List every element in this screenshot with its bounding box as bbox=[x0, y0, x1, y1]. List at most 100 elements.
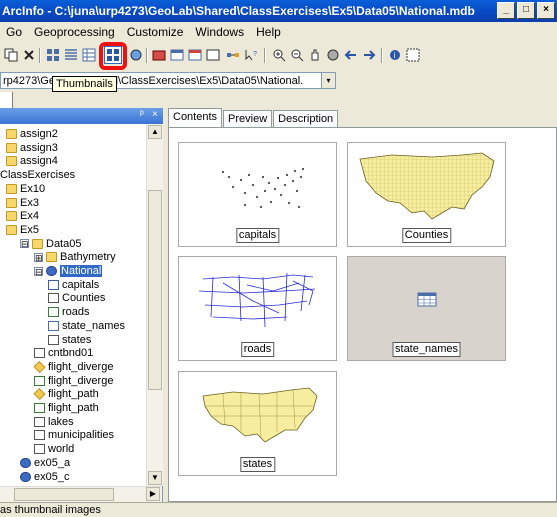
menu-customize[interactable]: Customize bbox=[121, 25, 190, 39]
line-feature-icon bbox=[34, 403, 45, 413]
roads-map-image bbox=[198, 272, 316, 328]
tree-item[interactable]: ⊞ Bathymetry bbox=[34, 251, 116, 263]
tree-horizontal-scrollbar[interactable]: ▶ bbox=[0, 486, 162, 502]
thumbnail-counties[interactable]: Counties bbox=[347, 142, 506, 247]
tree-item[interactable]: states bbox=[48, 334, 91, 346]
tree-item[interactable]: assign2 bbox=[6, 128, 58, 140]
tree-item[interactable]: state_names bbox=[48, 320, 125, 332]
pin-icon[interactable]: ᵖ bbox=[140, 109, 144, 120]
thumbnail-state-names[interactable]: state_names bbox=[347, 256, 506, 361]
menu-geoprocessing[interactable]: Geoprocessing bbox=[28, 25, 121, 39]
tree-item[interactable]: flight_diverge bbox=[34, 375, 113, 387]
tree-item-label: flight_diverge bbox=[48, 360, 114, 373]
tree-item[interactable]: Ex3 bbox=[6, 197, 39, 209]
polygon-feature-icon bbox=[34, 430, 45, 441]
tree-vertical-scrollbar[interactable]: ▲ ▼ bbox=[146, 124, 163, 486]
tree-item[interactable]: Ex10 bbox=[6, 183, 45, 195]
thumbnail-label: roads bbox=[240, 342, 275, 357]
pan-icon[interactable] bbox=[306, 46, 324, 64]
collapse-icon[interactable]: ⊟ bbox=[20, 239, 29, 249]
python-window-icon[interactable] bbox=[204, 46, 222, 64]
forward-arrow-icon[interactable] bbox=[360, 46, 378, 64]
delete-icon[interactable] bbox=[20, 46, 38, 64]
zoom-in-icon[interactable] bbox=[270, 46, 288, 64]
scroll-thumb[interactable] bbox=[148, 190, 162, 390]
collapse-icon[interactable]: ⊟ bbox=[34, 266, 43, 276]
model-builder-icon[interactable] bbox=[224, 46, 242, 64]
folder-icon bbox=[6, 211, 17, 222]
identify-icon[interactable]: i bbox=[386, 46, 404, 64]
line-feature-icon bbox=[34, 375, 45, 386]
tree-item[interactable]: assign4 bbox=[6, 155, 58, 167]
tree-item[interactable]: world bbox=[34, 443, 74, 455]
close-button[interactable]: × bbox=[537, 2, 555, 19]
minimize-button[interactable]: _ bbox=[497, 2, 515, 19]
tree-item-label: Ex3 bbox=[20, 196, 39, 209]
full-extent-icon[interactable] bbox=[324, 46, 342, 64]
maximize-button[interactable]: □ bbox=[517, 2, 535, 19]
search-window-icon[interactable] bbox=[186, 46, 204, 64]
tab-preview[interactable]: Preview bbox=[223, 110, 273, 127]
tree-item[interactable]: lakes bbox=[34, 416, 74, 428]
toolbox-icon[interactable] bbox=[150, 46, 168, 64]
window-title: ArcInfo - C:\juna\urp4273\GeoLab\Shared\… bbox=[2, 4, 475, 18]
whats-this-icon[interactable]: ? bbox=[242, 46, 260, 64]
tab-description[interactable]: Description bbox=[273, 110, 339, 127]
tree-item-label: cntbnd01 bbox=[48, 347, 94, 360]
expand-icon[interactable]: ⊞ bbox=[34, 252, 43, 262]
scroll-down-button[interactable]: ▼ bbox=[148, 471, 162, 485]
tree-item[interactable]: municipalities bbox=[34, 429, 114, 441]
tree-item[interactable]: roads bbox=[48, 306, 90, 318]
table-icon bbox=[48, 320, 59, 331]
scroll-right-button[interactable]: ▶ bbox=[146, 487, 160, 501]
tree-item[interactable]: ⊟ National bbox=[34, 265, 103, 277]
tree-item[interactable]: capitals bbox=[48, 279, 99, 291]
tree-item[interactable]: Counties bbox=[48, 292, 105, 304]
thumbnail-states[interactable]: states bbox=[178, 371, 337, 476]
menu-help[interactable]: Help bbox=[250, 25, 287, 39]
tree-item-label: Bathymetry bbox=[60, 251, 116, 264]
large-icons-view-icon[interactable] bbox=[44, 46, 62, 64]
details-view-icon[interactable] bbox=[80, 46, 98, 64]
list-view-icon[interactable] bbox=[62, 46, 80, 64]
tree-item[interactable]: assign3 bbox=[6, 142, 58, 154]
thumbnail-capitals[interactable]: capitals bbox=[178, 142, 337, 247]
tree-item[interactable]: ClassExercises bbox=[0, 169, 75, 181]
tree-item[interactable]: Ex4 bbox=[6, 210, 39, 222]
zoom-out-icon[interactable] bbox=[288, 46, 306, 64]
thumbnail-label: capitals bbox=[235, 228, 280, 243]
menu-windows[interactable]: Windows bbox=[189, 25, 250, 39]
tree-item[interactable]: flight_path bbox=[34, 402, 99, 414]
select-elements-icon[interactable] bbox=[404, 46, 422, 64]
menu-go[interactable]: Go bbox=[0, 25, 28, 39]
location-dropdown-button[interactable]: ▾ bbox=[321, 72, 336, 89]
launch-arcmap-icon[interactable] bbox=[127, 46, 145, 64]
hscroll-thumb[interactable] bbox=[14, 488, 114, 501]
tree-item[interactable]: Ex5 bbox=[6, 224, 39, 236]
tab-contents[interactable]: Contents bbox=[168, 108, 223, 127]
folder-icon bbox=[46, 252, 57, 263]
tree-item[interactable]: cntbnd01 bbox=[34, 347, 93, 359]
raster-icon bbox=[33, 360, 46, 373]
catalog-window-icon[interactable] bbox=[168, 46, 186, 64]
location-input[interactable]: rp4273\GeoLab\Shared\ClassExercises\Ex5\… bbox=[0, 72, 328, 89]
tree-item-label: assign3 bbox=[20, 141, 58, 154]
thumbnail-roads[interactable]: roads bbox=[178, 256, 337, 361]
tree-item-label: lakes bbox=[48, 415, 74, 428]
tree-item[interactable]: ⊟ Data05 bbox=[20, 238, 81, 250]
status-text: as thumbnail images bbox=[0, 504, 101, 516]
tree-item[interactable]: flight_diverge bbox=[33, 360, 114, 373]
back-arrow-icon[interactable] bbox=[342, 46, 360, 64]
tree-item-label: ex05_a bbox=[34, 456, 71, 469]
tree-item[interactable]: flight_path bbox=[33, 388, 99, 400]
states-map-image bbox=[202, 387, 318, 443]
copy-icon[interactable] bbox=[2, 46, 20, 64]
tree-item[interactable]: ex05_c bbox=[20, 471, 69, 483]
folder-icon bbox=[6, 129, 17, 139]
folder-icon bbox=[6, 224, 17, 235]
close-icon[interactable]: × bbox=[152, 109, 158, 120]
scroll-up-button[interactable]: ▲ bbox=[148, 125, 162, 139]
tree-item-label: roads bbox=[62, 306, 90, 319]
tree-item-label: Counties bbox=[62, 292, 106, 305]
tree-item[interactable]: ex05_a bbox=[20, 457, 70, 469]
